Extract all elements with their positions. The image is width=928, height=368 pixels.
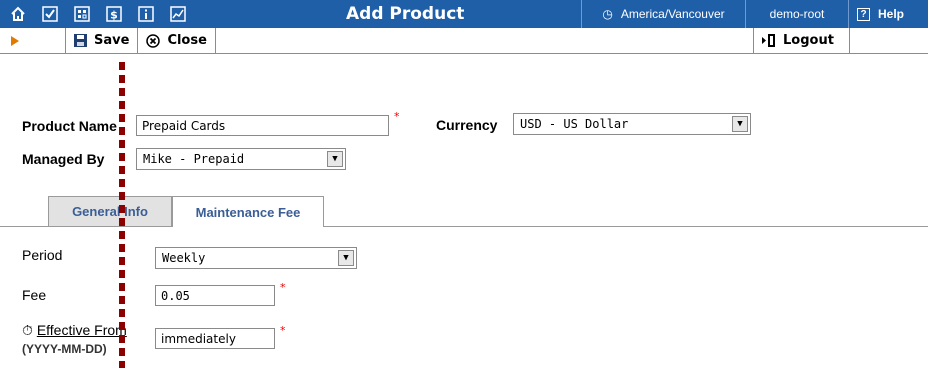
- user-link[interactable]: demo-root: [745, 0, 848, 28]
- close-button[interactable]: Close: [138, 28, 216, 53]
- effective-from-field: ⏱ Effective From: [22, 322, 127, 339]
- required-marker: *: [394, 110, 400, 123]
- play-button[interactable]: [0, 28, 66, 53]
- svg-text:$: $: [110, 9, 118, 22]
- play-icon: [11, 35, 19, 46]
- date-format-hint: (YYYY-MM-DD): [22, 342, 107, 356]
- required-marker: *: [280, 281, 286, 294]
- close-label: Close: [167, 33, 207, 48]
- chevron-down-icon: ▼: [327, 151, 343, 167]
- tab-divider: [0, 226, 928, 227]
- help-icon: ?: [857, 7, 870, 21]
- chevron-down-icon: ▼: [732, 116, 748, 132]
- dollar-icon[interactable]: $: [102, 3, 126, 25]
- tab-general-info[interactable]: General Info: [48, 196, 172, 226]
- page-title: Add Product: [346, 4, 465, 24]
- fee-label: Fee: [22, 287, 47, 303]
- action-toolbar: Save Close Logout: [0, 28, 928, 54]
- product-name-label: Product Name: [22, 118, 117, 134]
- managed-by-select[interactable]: Mike - Prepaid ▼: [136, 148, 346, 170]
- tab-label: Maintenance Fee: [195, 204, 301, 220]
- required-marker: *: [280, 324, 286, 337]
- home-icon[interactable]: [6, 3, 30, 25]
- top-icon-group: $: [0, 0, 280, 28]
- chart-icon[interactable]: [166, 3, 190, 25]
- dotted-marker-line: [119, 62, 125, 368]
- period-select[interactable]: Weekly ▼: [155, 247, 357, 269]
- product-name-input[interactable]: [136, 115, 389, 136]
- stopwatch-icon: ⏱: [22, 322, 33, 338]
- chevron-down-icon: ▼: [338, 250, 354, 266]
- logout-button[interactable]: Logout: [753, 28, 850, 53]
- grid-icon[interactable]: [70, 3, 94, 25]
- help-label: Help: [878, 7, 905, 21]
- timezone-link[interactable]: ◷ America/Vancouver: [581, 0, 745, 28]
- save-button[interactable]: Save: [66, 28, 139, 53]
- help-link[interactable]: ? Help: [848, 0, 928, 28]
- logout-label: Logout: [783, 33, 834, 48]
- currency-select[interactable]: USD - US Dollar ▼: [513, 113, 751, 135]
- fee-input[interactable]: [155, 285, 275, 306]
- top-bar: $ Add Product ◷ America/Vancouver demo-r…: [0, 0, 928, 28]
- period-value: Weekly: [162, 251, 206, 265]
- save-label: Save: [94, 33, 130, 48]
- close-circle-icon: [146, 33, 161, 48]
- managed-by-label: Managed By: [22, 151, 105, 167]
- tab-label: General Info: [72, 204, 148, 219]
- period-label: Period: [22, 247, 63, 263]
- tab-maintenance-fee[interactable]: Maintenance Fee: [172, 196, 324, 227]
- currency-label: Currency: [436, 117, 498, 133]
- timezone-label: America/Vancouver: [620, 7, 725, 21]
- currency-value: USD - US Dollar: [520, 117, 629, 131]
- floppy-disk-icon: [74, 34, 87, 47]
- checkbox-icon[interactable]: [38, 3, 62, 25]
- logout-icon: [762, 34, 775, 47]
- effective-from-input[interactable]: [155, 328, 275, 349]
- clock-icon: ◷: [602, 7, 613, 21]
- effective-from-link[interactable]: Effective From: [37, 322, 127, 338]
- managed-by-value: Mike - Prepaid: [143, 152, 245, 166]
- info-icon[interactable]: [134, 3, 158, 25]
- username-label: demo-root: [769, 7, 825, 21]
